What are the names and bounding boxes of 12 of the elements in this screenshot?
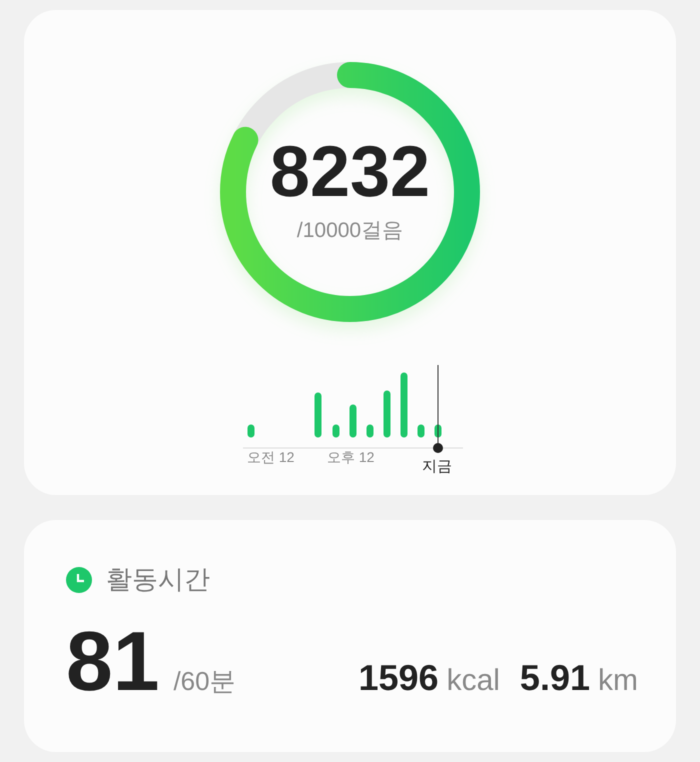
active-minutes: 81	[66, 619, 160, 703]
step-count: 8232	[270, 136, 430, 208]
time-axis-label: 오전 12	[247, 449, 294, 467]
active-time-title: 활동시간	[106, 563, 210, 596]
stat-value: 1596	[358, 657, 439, 699]
now-label: 지금	[422, 457, 452, 476]
active-minutes-goal: /60분	[173, 665, 236, 698]
stat-value: 5.91	[520, 657, 590, 699]
time-axis-label: 오후 12	[327, 449, 374, 467]
step-goal: /10000걸음	[296, 218, 404, 244]
stat-unit: kcal	[446, 664, 500, 698]
stat-unit: km	[598, 664, 638, 698]
